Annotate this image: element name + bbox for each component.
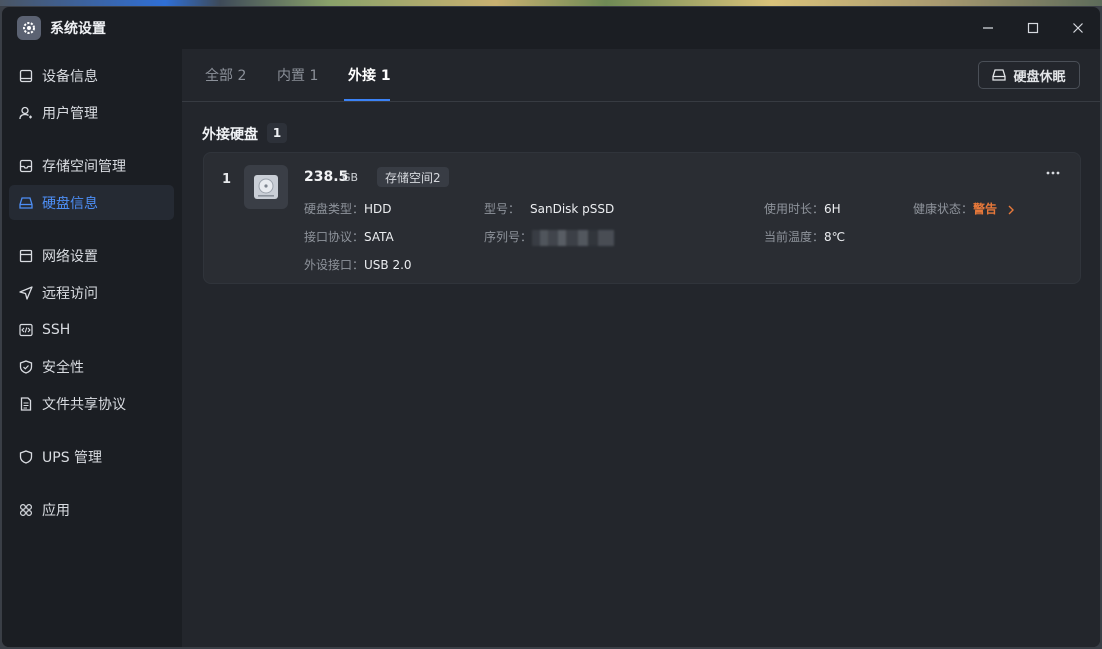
sidebar-item-ssh[interactable]: SSH <box>9 312 174 347</box>
send-icon <box>18 285 34 301</box>
sidebar-item-label: 用户管理 <box>42 105 98 122</box>
user-icon <box>18 105 34 121</box>
chevron-right-icon[interactable] <box>1007 205 1015 215</box>
sidebar-item-disk-info[interactable]: 硬盘信息 <box>9 185 174 220</box>
sidebar-item-apps[interactable]: 应用 <box>9 492 174 527</box>
section-title: 外接硬盘 <box>202 127 258 143</box>
uptime-field: 使用时长：6H <box>764 200 841 217</box>
sidebar-item-label: 应用 <box>42 502 70 519</box>
field-label: 当前温度： <box>764 230 825 244</box>
sidebar-item-device-info[interactable]: 设备信息 <box>9 58 174 93</box>
minimize-icon <box>983 27 993 29</box>
sidebar-item-label: 存储空间管理 <box>42 158 126 175</box>
document-icon <box>18 396 34 412</box>
field-label: 健康状态： <box>913 202 974 216</box>
sidebar-item-user-management[interactable]: 用户管理 <box>9 95 174 130</box>
field-value: USB 2.0 <box>364 258 412 272</box>
code-icon <box>18 322 34 338</box>
hard-drive-icon <box>244 165 288 209</box>
sidebar-item-network[interactable]: 网络设置 <box>9 238 174 273</box>
maximize-icon <box>1027 22 1039 34</box>
tab-external[interactable]: 外接 1 <box>348 65 391 85</box>
sidebar-item-security[interactable]: 安全性 <box>9 349 174 384</box>
storage-icon <box>18 158 34 174</box>
temperature-field: 当前温度：8℃ <box>764 228 845 245</box>
external-port-field: 外设接口：USB 2.0 <box>304 256 412 273</box>
title-bar[interactable]: 系统设置 <box>2 7 1100 49</box>
tab-internal[interactable]: 内置 1 <box>277 65 318 85</box>
shield-icon <box>18 449 34 465</box>
tab-bar: 全部 2 内置 1 外接 1 硬盘休眠 <box>182 49 1100 102</box>
sidebar-item-label: 远程访问 <box>42 285 98 302</box>
field-label: 外设接口： <box>304 258 365 272</box>
sidebar-item-ups[interactable]: UPS 管理 <box>9 439 174 474</box>
field-label: 型号： <box>484 202 521 216</box>
count-badge: 1 <box>267 123 287 143</box>
field-label: 序列号： <box>484 230 533 244</box>
field-value: 8℃ <box>824 230 846 244</box>
disk-index: 1 <box>222 172 232 187</box>
more-options-button[interactable] <box>1042 165 1064 181</box>
active-tab-indicator <box>344 99 390 101</box>
device-icon <box>18 68 34 84</box>
more-icon <box>1046 171 1060 175</box>
sidebar-item-label: UPS 管理 <box>42 449 103 466</box>
settings-window: 系统设置 设备信息 用户管理 存储空间管理 硬盘信息 网络设置 远程访问 SSH… <box>1 6 1101 648</box>
disk-sleep-button[interactable]: 硬盘休眠 <box>978 61 1080 89</box>
main-panel: 全部 2 内置 1 外接 1 硬盘休眠 外接硬盘 1 1 238.5 GB 存储… <box>182 49 1100 647</box>
close-icon <box>1073 23 1083 33</box>
app-title: 系统设置 <box>50 21 106 37</box>
sidebar-item-label: 网络设置 <box>42 248 98 265</box>
field-value: SATA <box>364 230 394 244</box>
field-label: 使用时长： <box>764 202 825 216</box>
sidebar-item-label: 文件共享协议 <box>42 396 126 413</box>
interface-field: 接口协议：SATA <box>304 228 394 245</box>
serial-redacted <box>532 229 615 246</box>
sidebar-item-remote-access[interactable]: 远程访问 <box>9 275 174 310</box>
disk-type-field: 硬盘类型：HDD <box>304 200 392 217</box>
apps-icon <box>18 502 34 518</box>
storage-pool-badge: 存储空间2 <box>377 167 449 187</box>
disk-icon <box>992 69 1007 81</box>
field-value: SanDisk pSSD <box>530 202 615 216</box>
shield-check-icon <box>18 359 34 375</box>
model-field: 型号： SanDisk pSSD <box>484 200 614 217</box>
minimize-button[interactable] <box>968 15 1008 41</box>
tab-all[interactable]: 全部 2 <box>205 65 246 85</box>
sidebar-item-label: 安全性 <box>42 359 84 376</box>
gear-icon <box>17 16 41 40</box>
field-value: HDD <box>364 202 392 216</box>
health-warning-link[interactable]: 警告 <box>973 202 997 216</box>
close-button[interactable] <box>1058 15 1098 41</box>
disk-icon <box>18 195 34 211</box>
sidebar-item-label: 硬盘信息 <box>42 195 98 212</box>
disk-capacity-unit: GB <box>342 171 359 184</box>
field-label: 硬盘类型： <box>304 202 365 216</box>
sidebar-item-storage[interactable]: 存储空间管理 <box>9 148 174 183</box>
disk-sleep-label: 硬盘休眠 <box>1013 69 1066 85</box>
field-label: 接口协议： <box>304 230 365 244</box>
serial-field: 序列号： <box>484 228 615 246</box>
health-field: 健康状态：警告 <box>913 200 1015 217</box>
network-icon <box>18 248 34 264</box>
sidebar: 设备信息 用户管理 存储空间管理 硬盘信息 网络设置 远程访问 SSH 安全性 <box>2 49 182 647</box>
maximize-button[interactable] <box>1013 15 1053 41</box>
sidebar-item-label: 设备信息 <box>42 68 98 85</box>
field-value: 6H <box>824 202 841 216</box>
disk-card: 1 238.5 GB 存储空间2 硬盘类型：HDD 接口协议：SATA 外设接口… <box>203 152 1081 284</box>
sidebar-item-label: SSH <box>42 321 71 338</box>
sidebar-item-file-sharing[interactable]: 文件共享协议 <box>9 386 174 421</box>
